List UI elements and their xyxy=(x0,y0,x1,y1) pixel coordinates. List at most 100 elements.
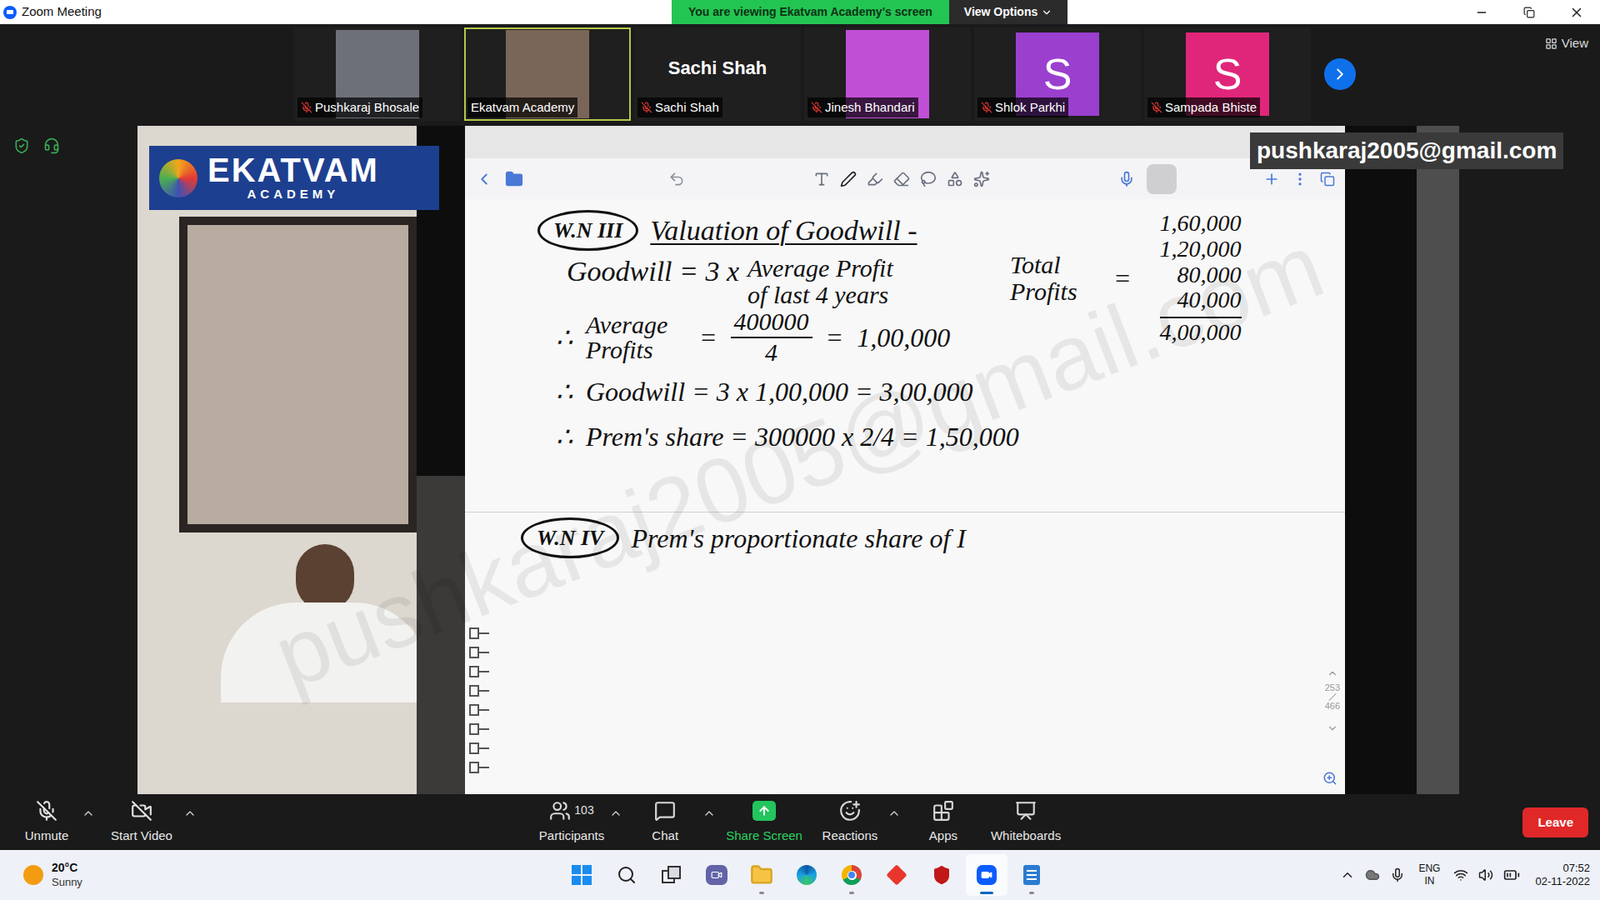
clock[interactable]: 07:5202-11-2022 xyxy=(1530,861,1590,890)
minimize-button[interactable] xyxy=(1457,0,1505,25)
taskbar-app[interactable] xyxy=(605,854,648,896)
participant-tile[interactable]: Sachi ShahSachi Shah xyxy=(634,27,801,121)
caret-icon[interactable] xyxy=(887,806,901,820)
classroom-board xyxy=(179,216,417,533)
toolbar-button[interactable]: Chat xyxy=(627,795,703,850)
taskbar-app[interactable] xyxy=(875,854,918,896)
presenter-video: EKATVAMACADEMY xyxy=(137,125,465,795)
toolbar-button[interactable]: Unmute xyxy=(11,795,82,850)
view-button[interactable]: View xyxy=(1545,34,1589,54)
tray-overflow-icon[interactable] xyxy=(1340,867,1355,883)
taskbar-app[interactable] xyxy=(965,854,1008,896)
taskbar-app[interactable] xyxy=(650,854,693,896)
participant-tile[interactable]: Jinesh Bhandari xyxy=(804,27,971,121)
participant-tile[interactable]: Pushkaraj Bhosale xyxy=(294,27,461,121)
muted-mic-icon xyxy=(640,101,653,114)
highlighter-tool-icon[interactable] xyxy=(866,170,884,188)
record-button[interactable] xyxy=(1146,164,1177,195)
leave-button[interactable]: Leave xyxy=(1522,807,1589,838)
eraser-tool-icon[interactable] xyxy=(893,170,910,188)
back-icon[interactable] xyxy=(475,170,494,189)
mic-off-icon xyxy=(35,800,58,822)
share-banner: You are viewing Ekatvam Academy's screen xyxy=(671,0,950,25)
participant-label: Shlok Parkhi xyxy=(977,97,1069,119)
language-indicator[interactable]: ENGIN xyxy=(1415,862,1444,888)
apps-icon xyxy=(932,800,955,822)
record-mic-icon[interactable] xyxy=(1118,170,1135,188)
running-indicator xyxy=(1029,891,1035,895)
toolbar-button[interactable]: Whiteboards xyxy=(985,795,1066,850)
app-icon xyxy=(885,864,907,885)
battery-icon[interactable] xyxy=(1503,866,1520,884)
taskbar-app[interactable] xyxy=(740,854,783,896)
shapes-tool-icon[interactable] xyxy=(946,170,964,188)
caret-icon[interactable] xyxy=(81,806,95,820)
toolbar-button[interactable]: Reactions xyxy=(812,795,888,850)
running-indicator xyxy=(759,891,765,895)
zoom-app-icon xyxy=(976,865,997,885)
next-page-button[interactable] xyxy=(1324,58,1356,90)
page-up-icon[interactable] xyxy=(1326,667,1339,680)
magic-tool-icon[interactable] xyxy=(973,170,990,188)
pages-icon[interactable] xyxy=(1320,171,1335,187)
watermark: pushkaraj2005@gmail.com xyxy=(137,125,1460,795)
caret-icon[interactable] xyxy=(609,806,623,820)
profit-value: 1,20,000 xyxy=(1160,236,1242,263)
participant-label: Sampada Bhiste xyxy=(1147,97,1260,119)
weather-widget[interactable]: 20°CSunny xyxy=(23,860,83,890)
task-view-icon xyxy=(661,865,682,885)
participant-tile[interactable]: SShlok Parkhi xyxy=(974,27,1141,121)
recorder-label: pushkaraj2005@gmail.com xyxy=(1250,132,1564,170)
zoom-window: Zoom MeetingYou are viewing Ekatvam Acad… xyxy=(0,0,1600,900)
pen-tool-icon[interactable] xyxy=(840,170,857,188)
meeting-toolbar: Unmute Start Video 103Participants Chat Shar… xyxy=(0,794,1600,850)
participant-label: Pushkaraj Bhosale xyxy=(297,97,423,119)
caret-icon[interactable] xyxy=(702,806,716,820)
profit-value: 1,60,000 xyxy=(1160,210,1242,237)
taskbar-app[interactable] xyxy=(560,854,603,896)
taskbar-app[interactable] xyxy=(920,854,963,896)
file-explorer-icon xyxy=(750,863,774,887)
taskbar: 20°CSunny ENGIN 07:5202-11-2022 xyxy=(0,850,1600,900)
notes-app: W.N IIIValuation of Goodwill -Goodwill =… xyxy=(465,125,1345,795)
chat-icon xyxy=(654,800,676,822)
zoom-in-icon[interactable] xyxy=(1322,770,1338,786)
toolbar-button[interactable]: Apps xyxy=(905,795,981,850)
participant-tile[interactable]: SSampada Bhiste xyxy=(1144,27,1311,121)
support-icon[interactable] xyxy=(43,137,60,155)
add-page-icon[interactable] xyxy=(1263,170,1280,188)
folder-icon[interactable] xyxy=(505,170,524,189)
close-button[interactable] xyxy=(1552,0,1600,25)
more-icon[interactable] xyxy=(1291,170,1309,188)
volume-icon[interactable] xyxy=(1478,867,1494,883)
toolbar-button[interactable]: 103Participants xyxy=(534,795,610,850)
chevron-right-icon xyxy=(1330,65,1350,84)
page-indicator: 253466 xyxy=(1325,667,1340,735)
view-options-button[interactable]: View Options xyxy=(949,0,1068,25)
wifi-icon[interactable] xyxy=(1453,867,1469,883)
windows-start-icon xyxy=(571,865,592,885)
taskbar-app[interactable] xyxy=(1010,854,1053,896)
encryption-shield-icon[interactable] xyxy=(13,137,30,155)
toolbar-button[interactable]: Share Screen xyxy=(720,795,808,850)
calculation-step: ∴Goodwill = 3 x 1,00,000 = 3,00,000 xyxy=(555,371,974,412)
onedrive-icon[interactable] xyxy=(1365,867,1380,883)
toolbar-button[interactable]: Start Video xyxy=(100,795,184,850)
page-divider xyxy=(465,511,1345,513)
microphone-icon[interactable] xyxy=(1390,867,1405,883)
taskbar-app[interactable] xyxy=(830,854,873,896)
undo-icon[interactable] xyxy=(668,170,685,188)
chrome-icon xyxy=(841,865,862,885)
text-tool-icon[interactable] xyxy=(813,170,830,188)
working-note-heading: W.N IIIValuation of Goodwill - xyxy=(537,209,918,252)
caret-icon[interactable] xyxy=(183,806,197,820)
edge-icon xyxy=(796,865,817,885)
participant-label: Sachi Shah xyxy=(637,97,723,119)
taskbar-app[interactable] xyxy=(785,854,828,896)
lasso-tool-icon[interactable] xyxy=(920,170,937,188)
page-down-icon[interactable] xyxy=(1326,722,1339,735)
notes-canvas: W.N IIIValuation of Goodwill -Goodwill =… xyxy=(465,199,1345,795)
participant-tile[interactable]: Ekatvam Academy xyxy=(464,27,631,121)
taskbar-app[interactable] xyxy=(695,854,738,896)
restore-button[interactable] xyxy=(1505,0,1553,25)
